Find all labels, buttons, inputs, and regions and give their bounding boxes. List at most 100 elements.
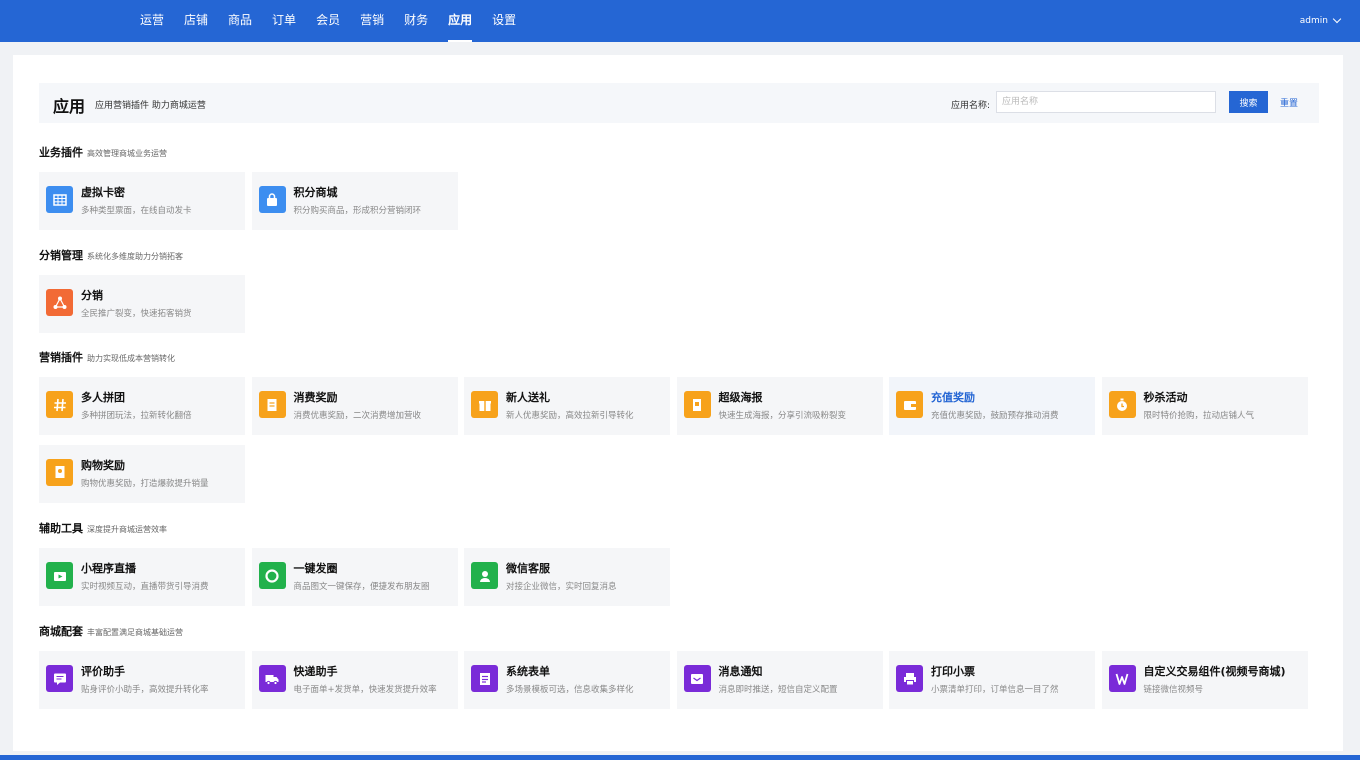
section-title-text: 业务插件 xyxy=(39,146,83,159)
app-card[interactable]: 积分商城积分购买商品，形成积分营销闭环 xyxy=(251,172,458,230)
nav-item-apps[interactable]: 应用 xyxy=(438,0,482,42)
app-description: 多场景模板可选，信息收集多样化 xyxy=(506,685,634,695)
message-icon xyxy=(683,665,711,692)
card-icon xyxy=(46,458,73,486)
timer-icon xyxy=(1108,391,1136,418)
app-name: 打印小票 xyxy=(931,665,975,678)
app-card[interactable]: 充值奖励充值优惠奖励，鼓励预存推动消费 xyxy=(889,377,1095,435)
nav-item-store[interactable]: 店铺 xyxy=(174,0,218,42)
form-icon xyxy=(471,665,498,692)
app-name: 小程序直播 xyxy=(81,562,136,575)
app-description: 对接企业微信，实时回复消息 xyxy=(506,582,617,592)
section-title-text: 商城配套 xyxy=(39,625,83,638)
section-subtitle: 系统化多维度助力分销拓客 xyxy=(87,252,183,261)
app-card[interactable]: 分销全民推广裂变，快速拓客销货 xyxy=(39,275,245,333)
section-title: 分销管理 系统化多维度助力分销拓客 xyxy=(39,247,183,263)
app-name: 新人送礼 xyxy=(506,391,550,404)
page-title: 应用 xyxy=(53,97,86,116)
app-card[interactable]: 新人送礼新人优惠奖励，高效拉新引导转化 xyxy=(464,377,670,435)
app-name: 多人拼团 xyxy=(81,391,125,404)
circle-icon xyxy=(258,562,286,589)
app-description: 积分购买商品，形成积分营销闭环 xyxy=(293,206,422,216)
app-description: 商品图文一键保存，便捷发布朋友圈 xyxy=(293,582,430,592)
app-description: 实时视频互动，直播带货引导消费 xyxy=(81,582,209,592)
app-name: 超级海报 xyxy=(718,391,763,404)
app-card[interactable]: 多人拼团 多种拼团玩法，拉新转化翻倍 xyxy=(39,377,245,435)
app-card[interactable]: 自定义交易组件(视频号商城) 链接微信视频号 xyxy=(1101,651,1308,709)
app-name: 积分商城 xyxy=(293,186,338,199)
grid-icon xyxy=(46,186,73,213)
section-subtitle: 高效管理商城业务运营 xyxy=(87,149,167,158)
bottom-bar xyxy=(0,755,1360,760)
section-title: 业务插件 高效管理商城业务运营 xyxy=(39,144,167,160)
app-description: 全民推广裂变，快速拓客销货 xyxy=(81,309,192,319)
app-name: 评价助手 xyxy=(81,665,125,678)
user-menu[interactable]: admin xyxy=(1299,0,1342,42)
app-name: 分销 xyxy=(81,289,103,302)
app-name: 快递助手 xyxy=(293,665,338,678)
app-card[interactable]: 虚拟卡密 多种类型票面，在线自动发卡 xyxy=(39,172,245,230)
app-card[interactable]: 评价助手贴身评价小助手，高效提升转化率 xyxy=(39,651,245,709)
app-card[interactable]: 一键发圈商品图文一键保存，便捷发布朋友圈 xyxy=(251,548,458,606)
main-panel: 应用 应用营销插件 助力商城运营 应用名称: 搜索 重置 业务插件高效管理商城业… xyxy=(13,55,1343,751)
section-title-text: 辅助工具 xyxy=(39,522,83,535)
app-card[interactable]: 购物奖励 购物优惠奖励，打造爆款提升销量 xyxy=(39,444,245,503)
video-channel-icon xyxy=(1108,665,1136,692)
app-description: 多种类型票面，在线自动发卡 xyxy=(81,206,192,216)
receipt-icon xyxy=(258,391,286,418)
app-name: 充值奖励 xyxy=(931,391,975,404)
app-card[interactable]: 系统表单 多场景模板可选，信息收集多样化 xyxy=(464,651,670,709)
app-name: 自定义交易组件(视频号商城) xyxy=(1143,665,1286,678)
bag-icon xyxy=(258,186,286,213)
app-card[interactable]: 小程序直播实时视频互动，直播带货引导消费 xyxy=(39,548,245,606)
nav-item-finance[interactable]: 财务 xyxy=(394,0,438,42)
section-title: 商城配套 丰富配置满足商城基础运营 xyxy=(39,623,183,639)
poster-icon xyxy=(683,391,711,418)
section-title-text: 分销管理 xyxy=(39,249,83,262)
section-title: 辅助工具 深度提升商城运营效率 xyxy=(39,520,167,536)
section-subtitle: 助力实现低成本营销转化 xyxy=(87,354,175,363)
page-subtitle: 应用营销插件 助力商城运营 xyxy=(95,101,206,111)
nav-item-marketing[interactable]: 营销 xyxy=(350,0,394,42)
main-nav: 运营 店铺 商品 订单 会员 营销 财务 应用 设置 xyxy=(130,0,526,42)
app-card[interactable]: 秒杀活动 限时特价抢购，拉动店铺人气 xyxy=(1101,377,1308,435)
app-card[interactable]: 超级海报快速生成海报，分享引流吸粉裂变 xyxy=(676,377,883,435)
chevron-down-icon xyxy=(1332,14,1342,24)
app-card[interactable]: 快递助手电子面单+发货单，快速发货提升效率 xyxy=(251,651,458,709)
service-icon xyxy=(471,562,498,589)
search-label: 应用名称: xyxy=(951,101,991,111)
user-name: admin xyxy=(1299,16,1328,26)
app-card[interactable]: 消费奖励 消费优惠奖励，二次消费增加营收 xyxy=(251,377,458,435)
app-card[interactable]: 微信客服 对接企业微信，实时回复消息 xyxy=(464,548,670,606)
wallet-icon xyxy=(896,391,923,418)
live-icon xyxy=(46,562,73,589)
nav-item-orders[interactable]: 订单 xyxy=(262,0,306,42)
section-subtitle: 深度提升商城运营效率 xyxy=(87,525,167,534)
truck-icon xyxy=(258,665,286,692)
app-description: 消费优惠奖励，二次消费增加营收 xyxy=(293,411,422,421)
nav-item-members[interactable]: 会员 xyxy=(306,0,350,42)
section-title-text: 营销插件 xyxy=(39,351,83,364)
nav-item-settings[interactable]: 设置 xyxy=(482,0,526,42)
nav-item-products[interactable]: 商品 xyxy=(218,0,262,42)
app-description: 链接微信视频号 xyxy=(1143,685,1204,695)
app-description: 贴身评价小助手，高效提升转化率 xyxy=(81,685,209,695)
top-navbar: 运营 店铺 商品 订单 会员 营销 财务 应用 设置 admin xyxy=(0,0,1360,42)
printer-icon xyxy=(896,665,923,692)
app-description: 新人优惠奖励，高效拉新引导转化 xyxy=(506,411,634,421)
app-description: 电子面单+发货单，快速发货提升效率 xyxy=(293,685,437,695)
app-name: 消息通知 xyxy=(718,665,763,678)
reset-link[interactable]: 重置 xyxy=(1280,96,1298,109)
nav-item-operations[interactable]: 运营 xyxy=(130,0,174,42)
section-title: 营销插件 助力实现低成本营销转化 xyxy=(39,349,175,365)
app-description: 快速生成海报，分享引流吸粉裂变 xyxy=(718,411,847,421)
page-header: 应用 应用营销插件 助力商城运营 应用名称: 搜索 重置 xyxy=(39,83,1319,123)
app-description: 限时特价抢购，拉动店铺人气 xyxy=(1143,411,1255,421)
app-name-search-input[interactable] xyxy=(996,91,1216,113)
app-name: 一键发圈 xyxy=(293,562,338,575)
app-description: 小票清单打印，订单信息一目了然 xyxy=(931,685,1059,695)
app-card[interactable]: 消息通知 消息即时推送，短信自定义配置 xyxy=(676,651,883,709)
app-description: 充值优惠奖励，鼓励预存推动消费 xyxy=(931,411,1059,421)
app-card[interactable]: 打印小票小票清单打印，订单信息一目了然 xyxy=(889,651,1095,709)
search-button[interactable]: 搜索 xyxy=(1229,91,1268,113)
